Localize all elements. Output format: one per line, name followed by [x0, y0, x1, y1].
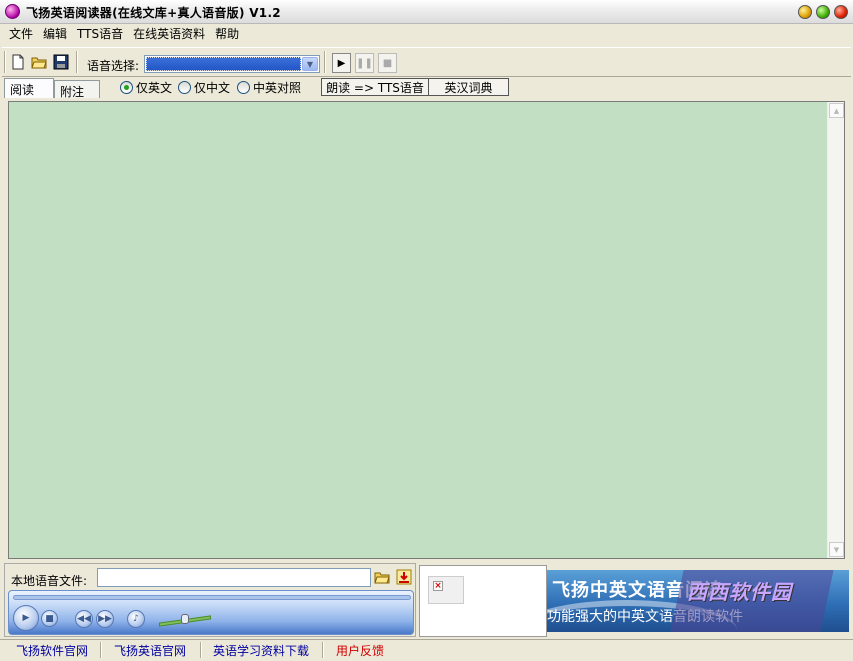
status-separator: [100, 642, 102, 658]
radio-dot: [120, 81, 133, 94]
local-audio-label: 本地语音文件:: [11, 574, 88, 588]
pause-icon: ❚❚: [356, 57, 373, 69]
stop-icon: ■: [382, 57, 393, 69]
radio-dot: [237, 81, 250, 94]
radio-chinese-only[interactable]: 仅中文: [178, 79, 230, 96]
maximize-button[interactable]: [816, 5, 830, 19]
toolbar-grip[interactable]: [4, 51, 6, 73]
toolbar-separator: [324, 51, 326, 73]
link-resources-download[interactable]: 英语学习资料下载: [213, 642, 309, 659]
local-audio-input[interactable]: [97, 568, 371, 587]
player-stop-icon[interactable]: ■: [41, 610, 58, 627]
minimize-button[interactable]: [798, 5, 812, 19]
read-tts-button[interactable]: 朗读 => TTS语音: [321, 78, 429, 96]
voice-select-label: 语音选择:: [87, 59, 140, 73]
player-play-icon[interactable]: ▶: [13, 605, 39, 631]
media-player: ▶ ■ ◀◀ ▶▶ ♪: [8, 590, 414, 635]
new-file-icon[interactable]: [8, 52, 28, 72]
open-folder-icon[interactable]: [29, 52, 49, 72]
radio-dot: [178, 81, 191, 94]
menu-tts[interactable]: TTS语音: [72, 25, 128, 42]
scroll-up-icon[interactable]: ▲: [829, 103, 844, 118]
radio-english-only[interactable]: 仅英文: [120, 79, 172, 96]
status-bar: 飞扬软件官网 飞扬英语官网 英语学习资料下载 用户反馈: [0, 639, 853, 661]
save-disk-icon[interactable]: [51, 52, 71, 72]
ad-placeholder-panel: ×: [419, 565, 547, 637]
link-software-site[interactable]: 飞扬软件官网: [16, 642, 88, 659]
menu-bar: 文件 编辑 TTS语音 在线英语资料 帮助: [0, 24, 853, 43]
toolbar: 语音选择: ▼ ▶ ❚❚ ■: [2, 47, 851, 77]
radio-bilingual[interactable]: 中英对照: [237, 79, 301, 96]
broken-image-icon: ×: [433, 581, 443, 591]
download-audio-icon[interactable]: [395, 568, 413, 586]
chevron-down-icon[interactable]: ▼: [302, 57, 318, 71]
vertical-scrollbar[interactable]: ▲ ▼: [827, 102, 844, 558]
close-button[interactable]: [834, 5, 848, 19]
dictionary-button[interactable]: 英汉词典: [428, 78, 509, 96]
tab-notes[interactable]: 附注: [54, 80, 100, 99]
voice-select-dropdown[interactable]: ▼: [144, 55, 320, 73]
promo-banner[interactable]: 飞扬中英文语音阅读 功能强大的中英文语音朗读软件 西西软件园: [547, 570, 849, 632]
audio-panel: 本地语音文件: ▶ ■ ◀◀ ▶▶ ♪: [4, 563, 416, 637]
app-icon[interactable]: [5, 4, 20, 19]
player-next-icon[interactable]: ▶▶: [96, 610, 114, 628]
tab-read[interactable]: 阅读: [4, 78, 54, 98]
broken-image: ×: [428, 576, 464, 604]
stop-button[interactable]: ■: [378, 53, 397, 73]
link-english-site[interactable]: 飞扬英语官网: [114, 642, 186, 659]
toolbar-separator: [76, 51, 78, 73]
link-feedback[interactable]: 用户反馈: [336, 642, 384, 659]
watermark-text: 西西软件园: [687, 580, 792, 604]
status-separator: [200, 642, 202, 658]
seek-bar[interactable]: [13, 595, 411, 600]
menu-edit[interactable]: 编辑: [38, 25, 72, 42]
volume-icon[interactable]: ♪: [127, 610, 145, 628]
play-icon: ▶: [337, 57, 346, 69]
window-title: 飞扬英语阅读器(在线文库+真人语音版) V1.2: [26, 6, 281, 20]
player-previous-icon[interactable]: ◀◀: [75, 610, 93, 628]
view-options-row: 阅读 附注 仅英文 仅中文 中英对照 朗读 => TTS语音 英汉词典: [0, 78, 853, 100]
reading-text-area[interactable]: ▲ ▼: [8, 101, 845, 559]
pause-button[interactable]: ❚❚: [355, 53, 374, 73]
title-bar: 飞扬英语阅读器(在线文库+真人语音版) V1.2: [0, 0, 853, 24]
menu-help[interactable]: 帮助: [210, 25, 244, 42]
volume-slider-knob[interactable]: [181, 614, 189, 624]
open-audio-icon[interactable]: [373, 568, 391, 586]
menu-online-resources[interactable]: 在线英语资料: [128, 25, 210, 42]
play-button[interactable]: ▶: [332, 53, 351, 73]
menu-file[interactable]: 文件: [4, 25, 38, 42]
scroll-down-icon[interactable]: ▼: [829, 542, 844, 557]
status-separator: [322, 642, 324, 658]
voice-selected-value: [146, 57, 301, 71]
